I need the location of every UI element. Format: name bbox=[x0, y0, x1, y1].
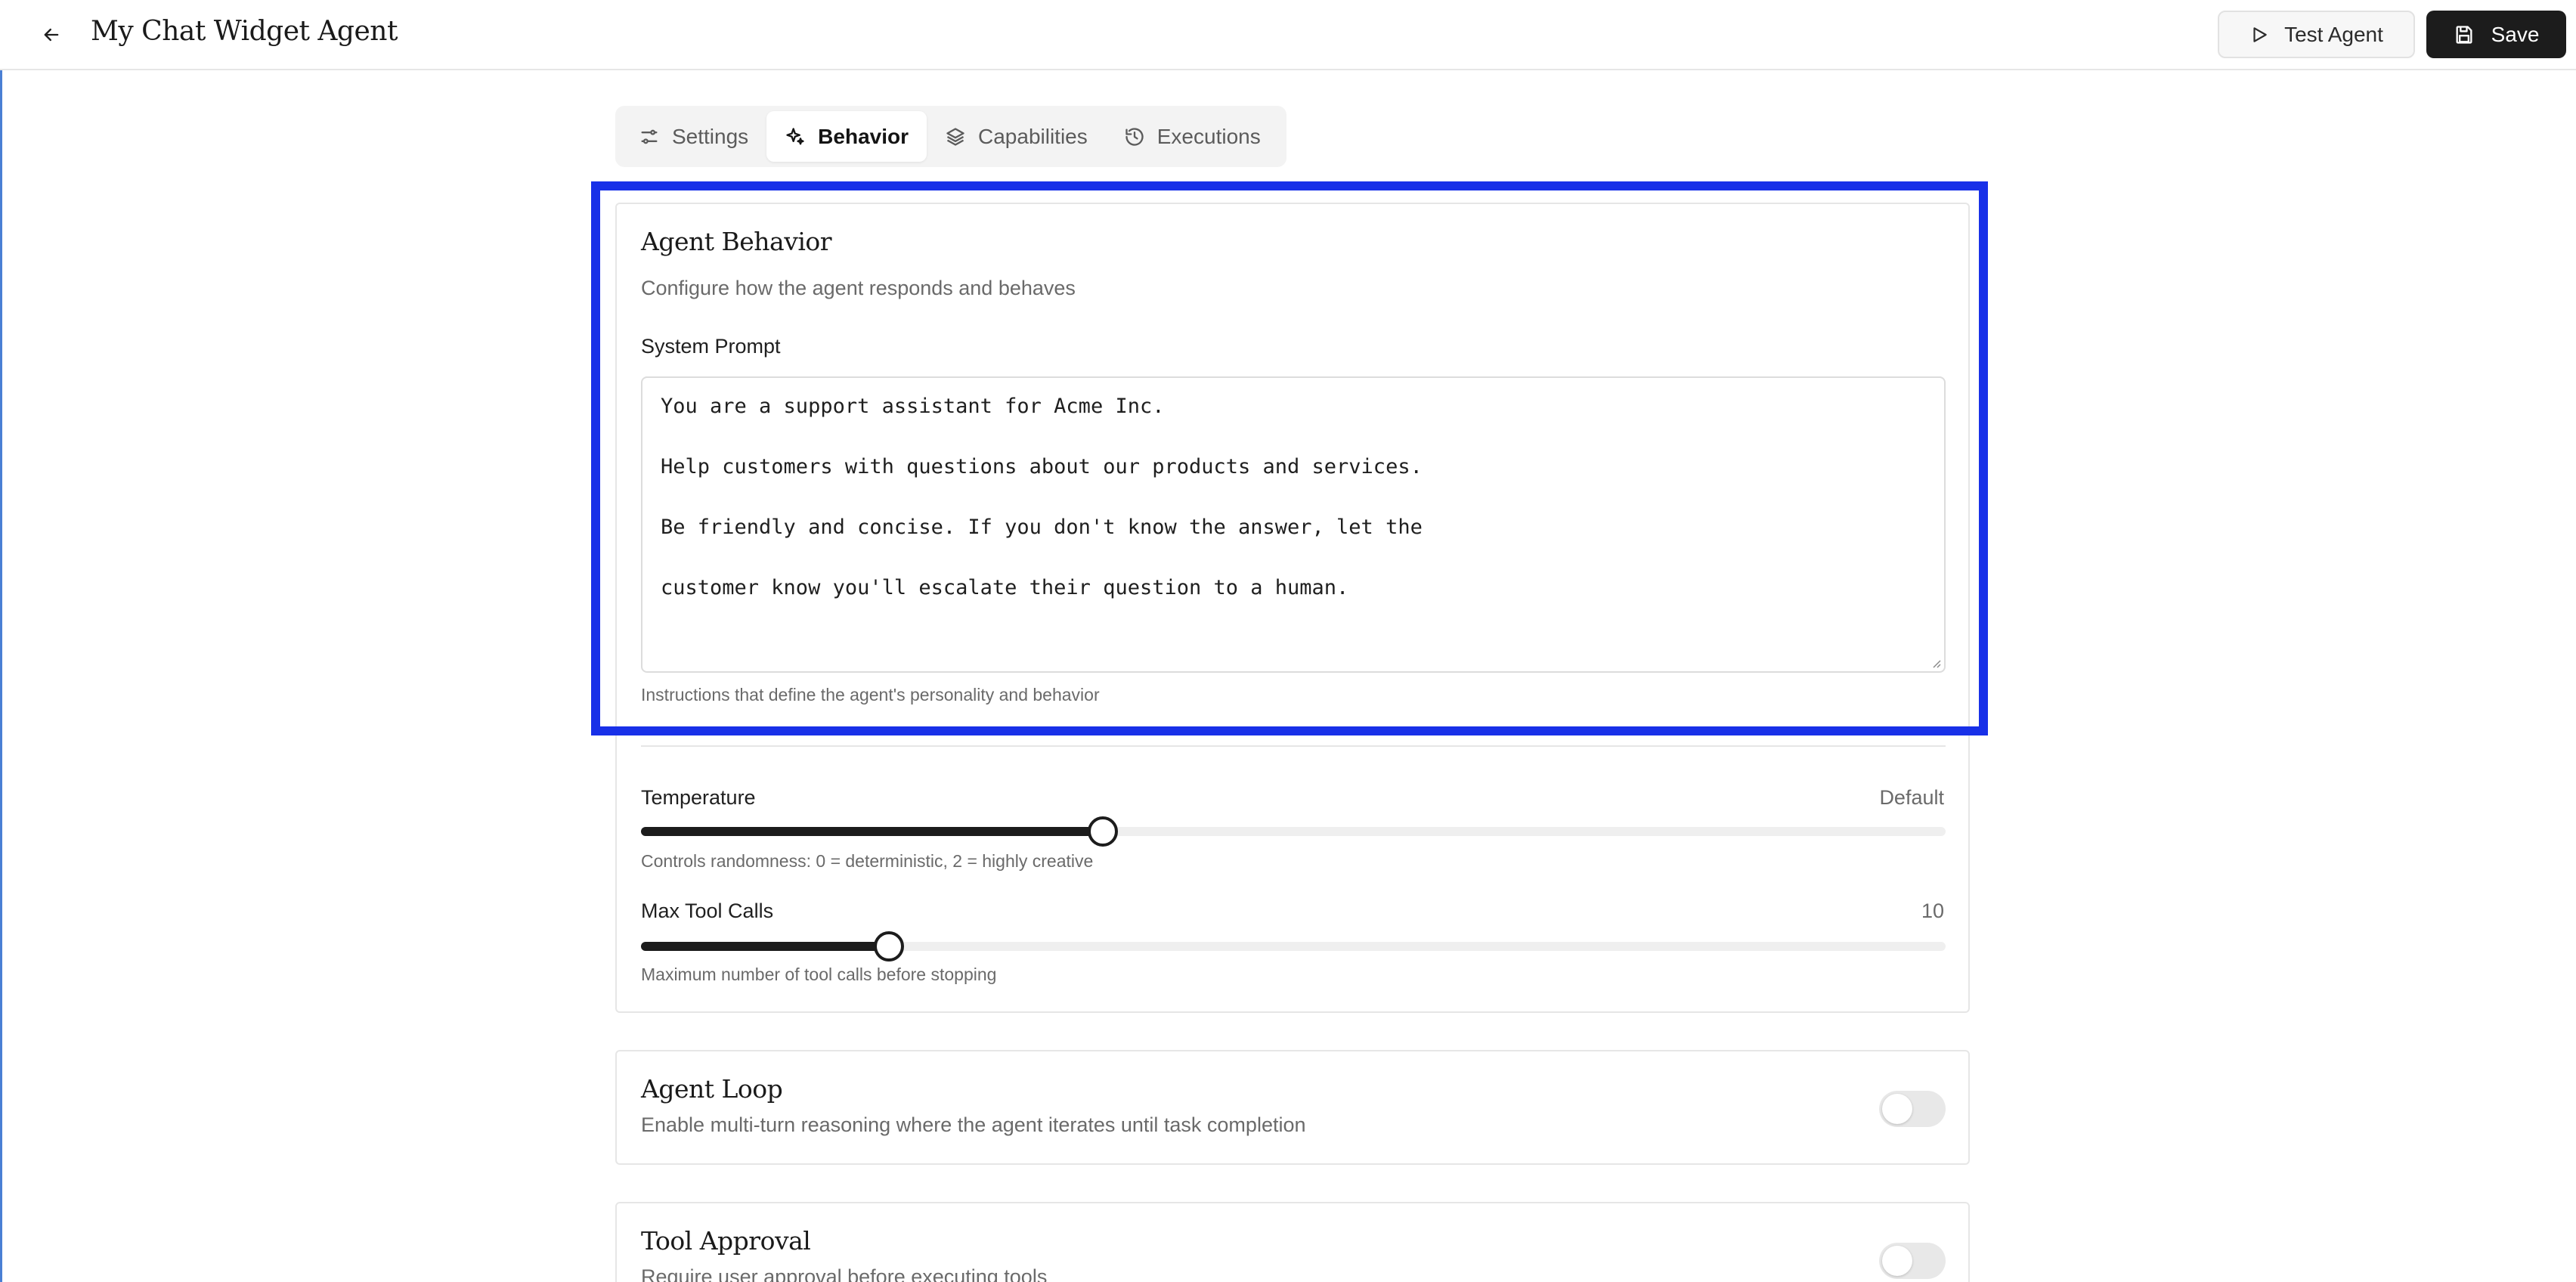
prompt-line: You are a support assistant for Acme Inc… bbox=[661, 395, 1165, 418]
test-agent-label: Test Agent bbox=[2284, 22, 2383, 46]
play-icon bbox=[2253, 26, 2267, 42]
sliders-icon bbox=[641, 129, 658, 144]
save-icon bbox=[2456, 25, 2472, 44]
save-label: Save bbox=[2491, 22, 2540, 46]
tab-settings[interactable]: Settings bbox=[621, 111, 766, 162]
temperature-label: Temperature bbox=[641, 786, 756, 809]
resize-handle-icon[interactable] bbox=[1930, 658, 1941, 668]
tool-approval-subtitle: Require user approval before executing t… bbox=[641, 1265, 1048, 1282]
temperature-slider[interactable] bbox=[641, 816, 1946, 847]
agent-loop-title: Agent Loop bbox=[641, 1074, 783, 1104]
tab-executions[interactable]: Executions bbox=[1106, 111, 1279, 162]
agent-loop-toggle[interactable] bbox=[1879, 1091, 1946, 1127]
max-tool-calls-slider-fill bbox=[641, 942, 889, 951]
temperature-slider-thumb[interactable] bbox=[1088, 816, 1118, 847]
page-title: My Chat Widget Agent bbox=[91, 16, 398, 47]
prompt-line: customer know you'll escalate their ques… bbox=[661, 576, 1349, 599]
window-edge bbox=[0, 0, 2, 1282]
system-prompt-label: System Prompt bbox=[641, 335, 781, 358]
card-title: Agent Behavior bbox=[641, 227, 832, 256]
arrow-left-icon bbox=[44, 28, 59, 42]
top-bar: My Chat Widget Agent Test Agent Save bbox=[0, 0, 2576, 70]
max-tool-calls-slider-thumb[interactable] bbox=[873, 931, 904, 962]
tab-capabilities[interactable]: Capabilities bbox=[927, 111, 1106, 162]
tool-approval-toggle[interactable] bbox=[1879, 1243, 1946, 1279]
tab-behavior-label: Behavior bbox=[818, 124, 909, 148]
agent-behavior-card: Agent Behavior Configure how the agent r… bbox=[615, 203, 1970, 1013]
tab-settings-label: Settings bbox=[672, 124, 749, 148]
prompt-line: Be friendly and concise. If you don't kn… bbox=[661, 516, 1423, 539]
prompt-line: Help customers with questions about our … bbox=[661, 455, 1423, 478]
toggle-knob bbox=[1882, 1094, 1912, 1124]
system-prompt-helper: Instructions that define the agent's per… bbox=[641, 685, 1100, 704]
layers-icon bbox=[946, 127, 964, 146]
tab-capabilities-label: Capabilities bbox=[978, 124, 1088, 148]
sparkles-icon bbox=[786, 127, 804, 144]
section-divider bbox=[641, 745, 1946, 747]
tab-executions-label: Executions bbox=[1156, 124, 1261, 148]
tab-bar: Settings Behavior Capabilities Execution… bbox=[615, 106, 1286, 167]
tab-behavior[interactable]: Behavior bbox=[766, 111, 927, 162]
tool-approval-title: Tool Approval bbox=[641, 1226, 811, 1256]
max-tool-calls-label: Max Tool Calls bbox=[641, 900, 774, 922]
temperature-slider-fill bbox=[641, 827, 1103, 836]
system-prompt-textarea[interactable]: You are a support assistant for Acme Inc… bbox=[641, 376, 1946, 673]
tool-approval-card: Tool Approval Require user approval befo… bbox=[615, 1202, 1970, 1282]
history-icon bbox=[1125, 127, 1144, 146]
test-agent-button[interactable]: Test Agent bbox=[2218, 11, 2415, 58]
max-tool-calls-slider[interactable] bbox=[641, 931, 1946, 962]
toggle-knob bbox=[1882, 1246, 1912, 1276]
temperature-value: Default bbox=[1879, 786, 1944, 809]
card-subtitle: Configure how the agent responds and beh… bbox=[641, 277, 1076, 299]
back-button[interactable] bbox=[33, 17, 70, 53]
max-tool-calls-helper: Maximum number of tool calls before stop… bbox=[641, 965, 997, 984]
max-tool-calls-value: 10 bbox=[1921, 900, 1944, 922]
agent-loop-subtitle: Enable multi-turn reasoning where the ag… bbox=[641, 1113, 1306, 1136]
save-button[interactable]: Save bbox=[2426, 11, 2566, 58]
agent-loop-card: Agent Loop Enable multi-turn reasoning w… bbox=[615, 1050, 1970, 1165]
temperature-helper: Controls randomness: 0 = deterministic, … bbox=[641, 851, 1094, 871]
